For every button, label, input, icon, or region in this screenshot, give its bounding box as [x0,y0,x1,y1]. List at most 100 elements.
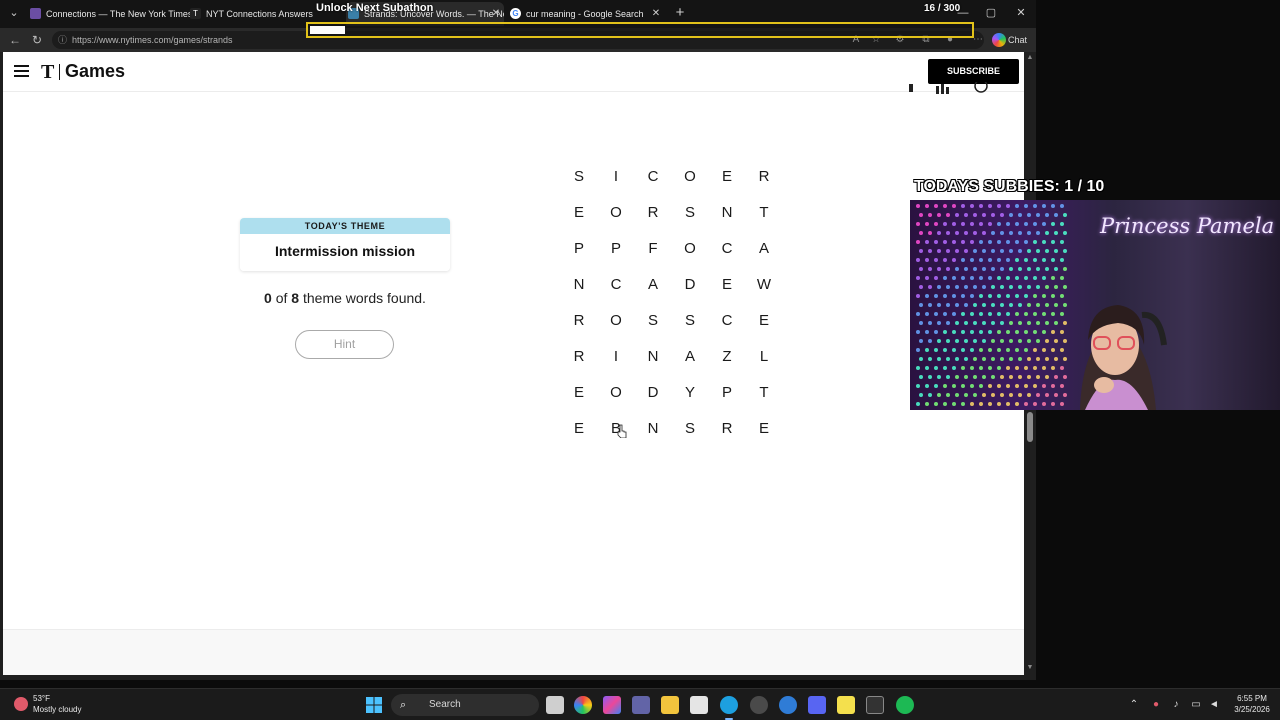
grid-letter[interactable]: E [709,267,745,303]
help-icon[interactable] [973,82,989,94]
grid-letter[interactable]: S [561,159,597,195]
grid-letter[interactable]: N [561,267,597,303]
grid-letter[interactable]: Z [709,339,745,375]
teams-icon[interactable] [632,696,650,714]
grid-letter[interactable]: I [598,339,634,375]
grid-letter[interactable]: C [598,267,634,303]
grid-letter[interactable]: W [746,267,782,303]
grid-letter[interactable]: A [746,231,782,267]
grid-letter[interactable]: R [746,159,782,195]
copilot-chat-button[interactable]: Chat [990,32,1032,48]
grid-letter[interactable]: O [598,303,634,339]
scroll-thumb[interactable] [1027,412,1033,442]
grid-letter[interactable]: P [709,375,745,411]
bulb-icon[interactable] [903,82,919,94]
store-icon[interactable] [690,696,708,714]
clock-time[interactable]: 6:55 PM [1230,694,1274,703]
scroll-down-icon[interactable]: ▼ [1026,664,1034,672]
tab-connections-answers[interactable]: T NYT Connections Answers for Mar [188,2,314,26]
close-window-icon[interactable]: ✕ [1014,5,1028,21]
grid-letter[interactable]: Y [672,375,708,411]
grid-letter[interactable]: D [635,375,671,411]
led-dot [1024,276,1028,280]
grid-letter[interactable]: B [598,411,634,447]
spotify-icon[interactable] [896,696,914,714]
chrome-icon[interactable] [574,696,592,714]
grid-letter[interactable]: T [746,375,782,411]
taskbar-search[interactable]: ⌕ Search [391,694,539,716]
grid-letter[interactable]: S [635,303,671,339]
grid-letter[interactable]: O [598,375,634,411]
volume-icon[interactable]: ◄ [1208,698,1220,712]
maximize-icon[interactable]: ▢ [984,5,998,21]
games-label[interactable]: Games [65,61,125,82]
grid-letter[interactable]: T [746,195,782,231]
edge-icon[interactable] [720,696,738,714]
copilot-app-icon[interactable] [603,696,621,714]
grid-letter[interactable]: P [598,231,634,267]
grid-letter[interactable]: A [635,267,671,303]
grid-letter[interactable]: O [598,195,634,231]
grid-letter[interactable]: C [635,159,671,195]
menu-icon[interactable] [14,65,29,77]
grid-letter[interactable]: E [746,303,782,339]
tab-connections[interactable]: Connections — The New York Times ✕ [28,2,206,26]
nyt-logo[interactable]: T [41,61,54,84]
grid-letter[interactable]: R [635,195,671,231]
stats-icon[interactable] [935,82,951,94]
grid-letter[interactable]: R [561,303,597,339]
terminal-icon[interactable] [866,696,884,714]
weather-icon[interactable] [14,697,28,711]
grid-letter[interactable]: E [561,411,597,447]
grid-letter[interactable]: N [635,339,671,375]
grid-letter[interactable]: I [598,159,634,195]
network-icon[interactable]: ▭ [1190,698,1202,712]
grid-letter[interactable]: L [746,339,782,375]
grid-letter[interactable]: O [672,159,708,195]
scroll-up-icon[interactable]: ▲ [1026,54,1034,62]
grid-letter[interactable]: S [672,303,708,339]
task-view-icon[interactable] [546,696,564,714]
grid-letter[interactable]: C [709,231,745,267]
back-icon[interactable]: ← [8,32,22,48]
grid-letter[interactable]: S [672,411,708,447]
hint-button[interactable]: Hint [295,330,394,359]
grid-letter[interactable]: E [561,375,597,411]
grid-letter[interactable]: R [561,339,597,375]
file-explorer-icon[interactable] [661,696,679,714]
grid-letter[interactable]: R [709,411,745,447]
grid-letter[interactable]: S [672,195,708,231]
led-dot [943,312,947,316]
microphone-icon[interactable]: ♪ [1170,698,1182,712]
tab-actions-icon[interactable]: ⌄ [6,5,22,21]
reload-icon[interactable]: ↻ [30,32,44,48]
grid-letter[interactable]: E [561,195,597,231]
grid-letter[interactable]: P [561,231,597,267]
subscribe-button[interactable]: SUBSCRIBE [928,59,1019,84]
discord-icon[interactable] [808,696,826,714]
grid-letter[interactable]: C [709,303,745,339]
grid-letter[interactable]: E [746,411,782,447]
site-info-icon[interactable]: ⓘ [58,31,67,49]
weather-desc[interactable]: Mostly cloudy [33,705,81,714]
grid-letter[interactable]: O [672,231,708,267]
led-dot [943,330,947,334]
grid-letter[interactable]: D [672,267,708,303]
sticky-notes-icon[interactable] [837,696,855,714]
led-dot [964,339,968,343]
grid-letter[interactable]: N [635,411,671,447]
weather-temp[interactable]: 53°F [33,694,50,703]
grid-letter[interactable]: F [635,231,671,267]
windows-start-icon[interactable] [366,697,382,713]
obs-icon[interactable] [750,696,768,714]
vpn-icon[interactable] [779,696,797,714]
tray-app-icon[interactable]: ● [1150,698,1162,712]
show-hidden-icons-icon[interactable]: ⌃ [1128,698,1140,712]
grid-letter[interactable]: E [709,159,745,195]
grid-letter[interactable]: A [672,339,708,375]
led-dot [979,222,983,226]
led-dot [964,375,968,379]
new-tab-button[interactable]: + [672,4,688,22]
clock-date[interactable]: 3/25/2026 [1230,705,1274,714]
grid-letter[interactable]: N [709,195,745,231]
